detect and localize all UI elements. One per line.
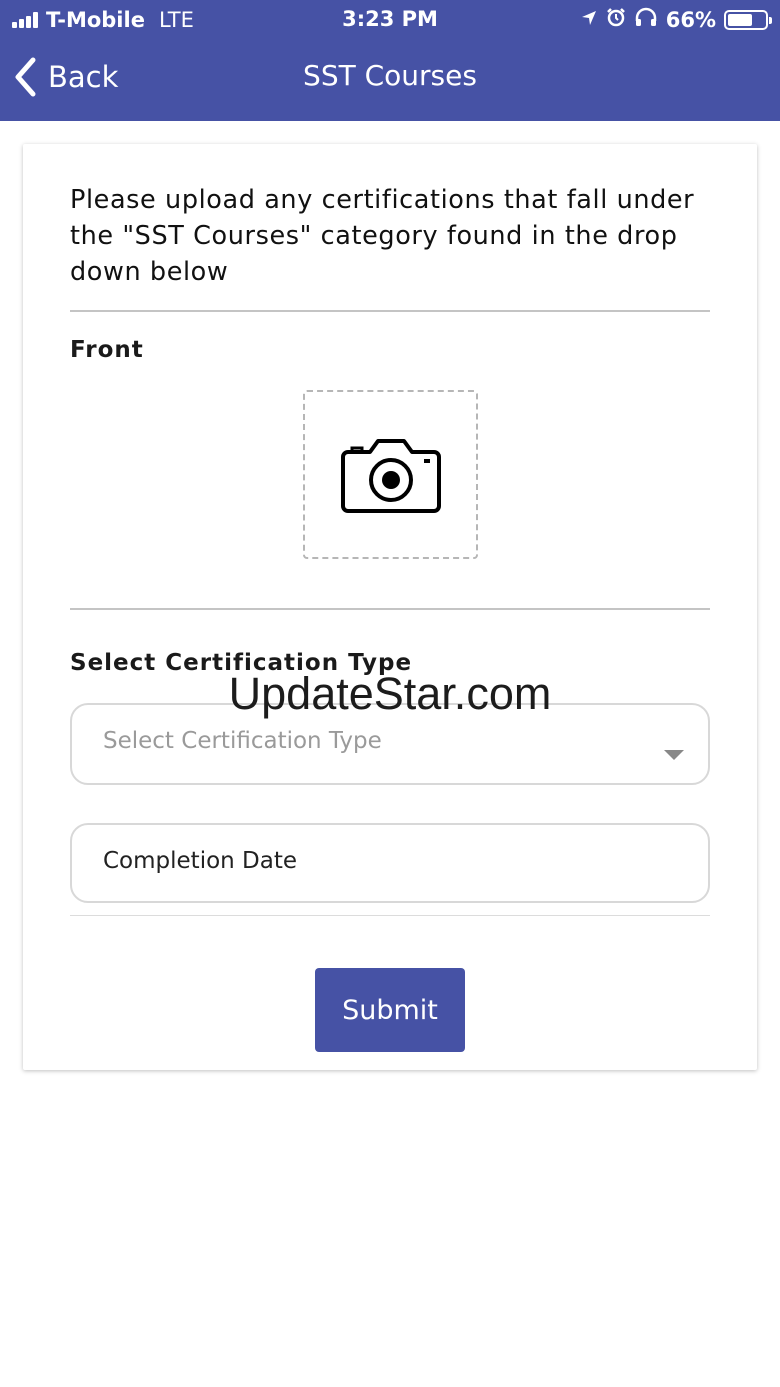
headphones-icon	[634, 7, 658, 32]
divider	[70, 608, 710, 610]
cert-type-placeholder: Select Certification Type	[103, 728, 382, 754]
battery-percent: 66%	[665, 7, 716, 32]
battery-icon	[724, 9, 772, 30]
divider	[70, 915, 710, 916]
divider	[70, 310, 710, 312]
front-label: Front	[70, 337, 144, 363]
battery-fill	[728, 13, 752, 26]
completion-date-placeholder: Completion Date	[103, 848, 298, 874]
alarm-icon	[606, 7, 626, 32]
submit-button[interactable]: Submit	[315, 968, 465, 1052]
instructions-text: Please upload any certifications that fa…	[70, 185, 695, 287]
upload-card: Please upload any certifications that fa…	[23, 144, 757, 1070]
cert-type-dropdown[interactable]: Select Certification Type	[70, 703, 710, 785]
status-icons: 66%	[572, 7, 772, 32]
location-arrow-icon	[580, 8, 598, 32]
cert-type-label: Select Certification Type	[70, 650, 413, 676]
page-title: SST Courses	[303, 59, 477, 92]
completion-date-field[interactable]: Completion Date	[70, 823, 710, 903]
app-header: T-Mobile LTE 3:23 PM 66% Back SST Course…	[0, 0, 780, 121]
caret-down-icon	[664, 750, 684, 760]
nav-bar: Back SST Courses	[0, 40, 780, 121]
status-bar: T-Mobile LTE 3:23 PM 66%	[0, 0, 780, 40]
camera-icon	[340, 438, 441, 513]
front-photo-upload[interactable]	[303, 390, 478, 559]
